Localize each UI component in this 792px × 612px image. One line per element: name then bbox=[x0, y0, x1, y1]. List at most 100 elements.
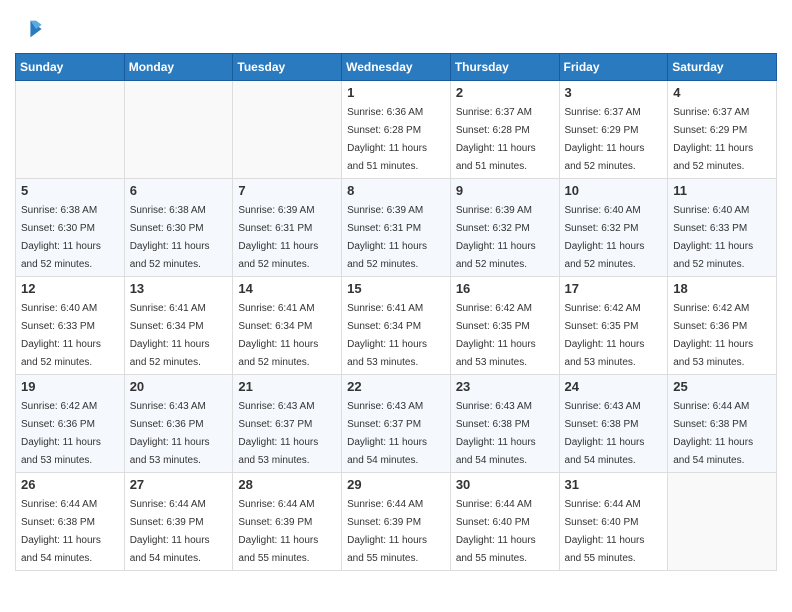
day-info: Sunrise: 6:42 AMSunset: 6:36 PMDaylight:… bbox=[21, 401, 101, 466]
day-info: Sunrise: 6:43 AMSunset: 6:37 PMDaylight:… bbox=[238, 401, 318, 466]
day-number: 12 bbox=[21, 281, 119, 296]
weekday-header-wednesday: Wednesday bbox=[342, 54, 451, 81]
calendar-cell: 14 Sunrise: 6:41 AMSunset: 6:34 PMDaylig… bbox=[233, 277, 342, 375]
logo-icon bbox=[15, 15, 43, 43]
day-number: 24 bbox=[565, 379, 663, 394]
calendar-cell: 29 Sunrise: 6:44 AMSunset: 6:39 PMDaylig… bbox=[342, 473, 451, 571]
day-info: Sunrise: 6:37 AMSunset: 6:29 PMDaylight:… bbox=[565, 107, 645, 172]
day-number: 13 bbox=[130, 281, 228, 296]
calendar-cell: 10 Sunrise: 6:40 AMSunset: 6:32 PMDaylig… bbox=[559, 179, 668, 277]
calendar-cell: 6 Sunrise: 6:38 AMSunset: 6:30 PMDayligh… bbox=[124, 179, 233, 277]
day-info: Sunrise: 6:42 AMSunset: 6:35 PMDaylight:… bbox=[565, 303, 645, 368]
calendar-cell: 30 Sunrise: 6:44 AMSunset: 6:40 PMDaylig… bbox=[450, 473, 559, 571]
day-info: Sunrise: 6:44 AMSunset: 6:39 PMDaylight:… bbox=[347, 499, 427, 564]
day-info: Sunrise: 6:36 AMSunset: 6:28 PMDaylight:… bbox=[347, 107, 427, 172]
calendar-cell: 11 Sunrise: 6:40 AMSunset: 6:33 PMDaylig… bbox=[668, 179, 777, 277]
calendar-cell: 24 Sunrise: 6:43 AMSunset: 6:38 PMDaylig… bbox=[559, 375, 668, 473]
day-info: Sunrise: 6:39 AMSunset: 6:31 PMDaylight:… bbox=[347, 205, 427, 270]
day-info: Sunrise: 6:40 AMSunset: 6:33 PMDaylight:… bbox=[673, 205, 753, 270]
day-number: 27 bbox=[130, 477, 228, 492]
weekday-header-sunday: Sunday bbox=[16, 54, 125, 81]
weekday-header-friday: Friday bbox=[559, 54, 668, 81]
day-number: 29 bbox=[347, 477, 445, 492]
calendar-cell: 21 Sunrise: 6:43 AMSunset: 6:37 PMDaylig… bbox=[233, 375, 342, 473]
day-number: 19 bbox=[21, 379, 119, 394]
calendar-cell: 13 Sunrise: 6:41 AMSunset: 6:34 PMDaylig… bbox=[124, 277, 233, 375]
day-number: 17 bbox=[565, 281, 663, 296]
day-number: 2 bbox=[456, 85, 554, 100]
page-header bbox=[15, 15, 777, 43]
day-info: Sunrise: 6:43 AMSunset: 6:37 PMDaylight:… bbox=[347, 401, 427, 466]
day-info: Sunrise: 6:44 AMSunset: 6:38 PMDaylight:… bbox=[21, 499, 101, 564]
calendar-cell: 5 Sunrise: 6:38 AMSunset: 6:30 PMDayligh… bbox=[16, 179, 125, 277]
day-info: Sunrise: 6:37 AMSunset: 6:28 PMDaylight:… bbox=[456, 107, 536, 172]
day-info: Sunrise: 6:43 AMSunset: 6:36 PMDaylight:… bbox=[130, 401, 210, 466]
day-number: 30 bbox=[456, 477, 554, 492]
calendar-cell: 15 Sunrise: 6:41 AMSunset: 6:34 PMDaylig… bbox=[342, 277, 451, 375]
day-info: Sunrise: 6:41 AMSunset: 6:34 PMDaylight:… bbox=[347, 303, 427, 368]
day-number: 10 bbox=[565, 183, 663, 198]
day-info: Sunrise: 6:39 AMSunset: 6:32 PMDaylight:… bbox=[456, 205, 536, 270]
calendar-cell: 16 Sunrise: 6:42 AMSunset: 6:35 PMDaylig… bbox=[450, 277, 559, 375]
calendar-cell: 20 Sunrise: 6:43 AMSunset: 6:36 PMDaylig… bbox=[124, 375, 233, 473]
calendar-cell: 4 Sunrise: 6:37 AMSunset: 6:29 PMDayligh… bbox=[668, 81, 777, 179]
calendar-cell: 23 Sunrise: 6:43 AMSunset: 6:38 PMDaylig… bbox=[450, 375, 559, 473]
day-number: 18 bbox=[673, 281, 771, 296]
calendar-cell bbox=[16, 81, 125, 179]
calendar-cell: 28 Sunrise: 6:44 AMSunset: 6:39 PMDaylig… bbox=[233, 473, 342, 571]
day-number: 15 bbox=[347, 281, 445, 296]
logo bbox=[15, 15, 47, 43]
day-number: 4 bbox=[673, 85, 771, 100]
day-info: Sunrise: 6:44 AMSunset: 6:39 PMDaylight:… bbox=[130, 499, 210, 564]
day-number: 28 bbox=[238, 477, 336, 492]
calendar-cell: 12 Sunrise: 6:40 AMSunset: 6:33 PMDaylig… bbox=[16, 277, 125, 375]
day-info: Sunrise: 6:44 AMSunset: 6:40 PMDaylight:… bbox=[456, 499, 536, 564]
weekday-header-thursday: Thursday bbox=[450, 54, 559, 81]
day-number: 8 bbox=[347, 183, 445, 198]
calendar-cell: 27 Sunrise: 6:44 AMSunset: 6:39 PMDaylig… bbox=[124, 473, 233, 571]
day-info: Sunrise: 6:42 AMSunset: 6:36 PMDaylight:… bbox=[673, 303, 753, 368]
calendar-table: SundayMondayTuesdayWednesdayThursdayFrid… bbox=[15, 53, 777, 571]
calendar-week-row: 1 Sunrise: 6:36 AMSunset: 6:28 PMDayligh… bbox=[16, 81, 777, 179]
calendar-week-row: 5 Sunrise: 6:38 AMSunset: 6:30 PMDayligh… bbox=[16, 179, 777, 277]
day-info: Sunrise: 6:41 AMSunset: 6:34 PMDaylight:… bbox=[130, 303, 210, 368]
day-number: 26 bbox=[21, 477, 119, 492]
day-number: 31 bbox=[565, 477, 663, 492]
day-info: Sunrise: 6:40 AMSunset: 6:33 PMDaylight:… bbox=[21, 303, 101, 368]
day-number: 14 bbox=[238, 281, 336, 296]
day-info: Sunrise: 6:44 AMSunset: 6:40 PMDaylight:… bbox=[565, 499, 645, 564]
day-info: Sunrise: 6:40 AMSunset: 6:32 PMDaylight:… bbox=[565, 205, 645, 270]
day-number: 16 bbox=[456, 281, 554, 296]
day-info: Sunrise: 6:42 AMSunset: 6:35 PMDaylight:… bbox=[456, 303, 536, 368]
calendar-cell: 2 Sunrise: 6:37 AMSunset: 6:28 PMDayligh… bbox=[450, 81, 559, 179]
calendar-cell: 26 Sunrise: 6:44 AMSunset: 6:38 PMDaylig… bbox=[16, 473, 125, 571]
day-info: Sunrise: 6:43 AMSunset: 6:38 PMDaylight:… bbox=[456, 401, 536, 466]
day-info: Sunrise: 6:38 AMSunset: 6:30 PMDaylight:… bbox=[130, 205, 210, 270]
calendar-cell: 18 Sunrise: 6:42 AMSunset: 6:36 PMDaylig… bbox=[668, 277, 777, 375]
day-number: 7 bbox=[238, 183, 336, 198]
calendar-week-row: 12 Sunrise: 6:40 AMSunset: 6:33 PMDaylig… bbox=[16, 277, 777, 375]
calendar-cell: 22 Sunrise: 6:43 AMSunset: 6:37 PMDaylig… bbox=[342, 375, 451, 473]
day-info: Sunrise: 6:44 AMSunset: 6:38 PMDaylight:… bbox=[673, 401, 753, 466]
calendar-cell bbox=[124, 81, 233, 179]
day-number: 9 bbox=[456, 183, 554, 198]
day-info: Sunrise: 6:41 AMSunset: 6:34 PMDaylight:… bbox=[238, 303, 318, 368]
calendar-cell: 9 Sunrise: 6:39 AMSunset: 6:32 PMDayligh… bbox=[450, 179, 559, 277]
weekday-header-saturday: Saturday bbox=[668, 54, 777, 81]
day-number: 6 bbox=[130, 183, 228, 198]
weekday-header-tuesday: Tuesday bbox=[233, 54, 342, 81]
calendar-week-row: 26 Sunrise: 6:44 AMSunset: 6:38 PMDaylig… bbox=[16, 473, 777, 571]
calendar-cell: 1 Sunrise: 6:36 AMSunset: 6:28 PMDayligh… bbox=[342, 81, 451, 179]
day-info: Sunrise: 6:39 AMSunset: 6:31 PMDaylight:… bbox=[238, 205, 318, 270]
calendar-cell: 8 Sunrise: 6:39 AMSunset: 6:31 PMDayligh… bbox=[342, 179, 451, 277]
day-info: Sunrise: 6:43 AMSunset: 6:38 PMDaylight:… bbox=[565, 401, 645, 466]
calendar-cell: 17 Sunrise: 6:42 AMSunset: 6:35 PMDaylig… bbox=[559, 277, 668, 375]
weekday-header-monday: Monday bbox=[124, 54, 233, 81]
day-number: 23 bbox=[456, 379, 554, 394]
day-number: 3 bbox=[565, 85, 663, 100]
calendar-cell: 19 Sunrise: 6:42 AMSunset: 6:36 PMDaylig… bbox=[16, 375, 125, 473]
day-number: 1 bbox=[347, 85, 445, 100]
calendar-cell bbox=[668, 473, 777, 571]
calendar-week-row: 19 Sunrise: 6:42 AMSunset: 6:36 PMDaylig… bbox=[16, 375, 777, 473]
weekday-header-row: SundayMondayTuesdayWednesdayThursdayFrid… bbox=[16, 54, 777, 81]
